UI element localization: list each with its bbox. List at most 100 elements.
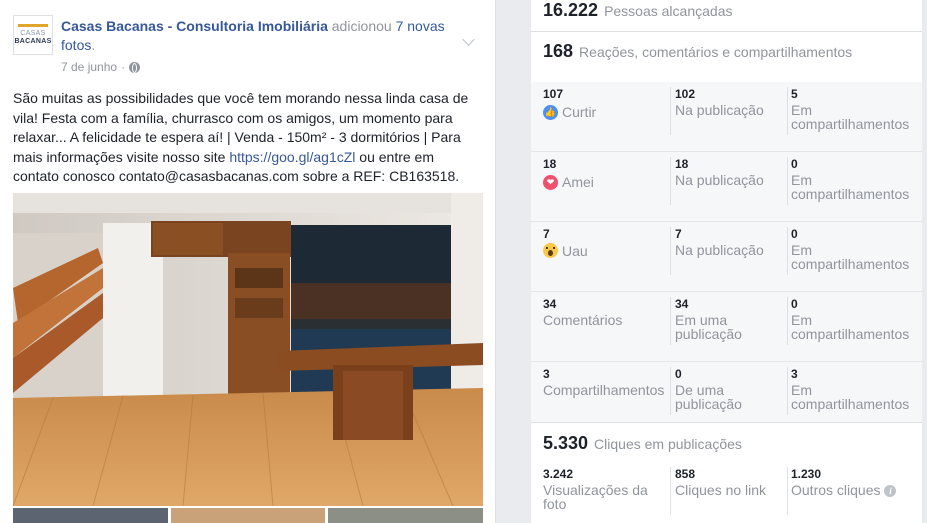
clicks-breakdown: 3.242 Visualizações da foto 858 Cliques … xyxy=(531,465,922,523)
logo-stripe xyxy=(18,24,48,27)
post-breakdown: 18 Na publicação xyxy=(670,157,782,205)
total-value: 7 xyxy=(543,227,550,241)
share-label: Em compartilhamentos xyxy=(791,242,910,272)
breakdown-row-amei: 18 ❤ Amei 18 Na publicação 0 Em compartil… xyxy=(531,152,922,222)
meta-separator: · xyxy=(121,60,126,74)
photo-views: 3.242 Visualizações da foto xyxy=(543,467,663,511)
link-clicks-label: Cliques no link xyxy=(675,482,767,498)
breakdown-row-curtir: 107 👍 Curtir 102 Na publicação 5 Em compa… xyxy=(531,82,922,152)
reach-label: Pessoas alcançadas xyxy=(604,3,733,19)
globe-icon[interactable] xyxy=(129,61,141,73)
post-text: São muitas as possibilidades que você te… xyxy=(13,89,483,187)
post-label: Na publicação xyxy=(675,172,764,188)
engagement-value: 168 xyxy=(543,41,574,61)
share-value: 5 xyxy=(791,87,798,101)
share-breakdown: 3 Em compartilhamentos xyxy=(787,367,917,415)
share-label: Em compartilhamentos xyxy=(791,312,910,342)
total-value: 107 xyxy=(543,87,564,101)
comments-total: 34 Comentários xyxy=(543,297,663,327)
photo-thumb[interactable] xyxy=(170,508,326,523)
link-clicks: 858 Cliques no link xyxy=(670,467,782,515)
post-header-text: Casas Bacanas - Consultoria Imobiliária … xyxy=(61,17,471,55)
reaction-label-wrap: Uau xyxy=(543,243,588,258)
post-card: CASAS BACANAS Casas Bacanas - Consultori… xyxy=(0,0,496,523)
post-label: Em uma publicação xyxy=(675,312,742,342)
post-breakdown: 34 Em uma publicação xyxy=(670,297,782,345)
share-breakdown: 5 Em compartilhamentos xyxy=(787,87,917,135)
total-label: Compartilhamentos xyxy=(543,382,665,398)
engagement-label: Reações, comentários e compartilhamentos xyxy=(579,44,853,60)
reaction-label-wrap: ❤ Amei xyxy=(543,174,594,190)
total-label: Comentários xyxy=(543,312,623,328)
post-label: Na publicação xyxy=(675,242,764,258)
share-breakdown: 0 Em compartilhamentos xyxy=(787,227,917,275)
other-clicks-value: 1.230 xyxy=(791,467,822,481)
post-value: 34 xyxy=(675,297,689,311)
post-value: 0 xyxy=(675,367,682,381)
share-label: Em compartilhamentos xyxy=(791,172,910,202)
interior-photo xyxy=(13,193,483,506)
share-breakdown: 0 Em compartilhamentos xyxy=(787,157,917,205)
reaction-total: 18 ❤ Amei xyxy=(543,157,663,190)
post-breakdown: 7 Na publicação xyxy=(670,227,782,275)
like-icon: 👍 xyxy=(543,104,558,120)
action-end: . xyxy=(91,37,96,53)
link-clicks-value: 858 xyxy=(675,467,696,481)
reaction-total: 7 Uau xyxy=(543,227,663,258)
info-icon[interactable]: i xyxy=(884,485,897,498)
post-date[interactable]: 7 de junho xyxy=(61,60,117,74)
post-breakdown: 0 De uma publicação xyxy=(670,367,782,415)
total-label: Curtir xyxy=(562,104,597,120)
photo-thumb[interactable] xyxy=(13,508,168,523)
logo-text-line2: BACANAS xyxy=(14,38,52,45)
photo-views-label: Visualizações da foto xyxy=(543,482,648,512)
page-name-link[interactable]: Casas Bacanas - Consultoria Imobiliária xyxy=(61,18,328,34)
total-value: 18 xyxy=(543,157,557,171)
post-value: 18 xyxy=(675,157,689,171)
engagement-breakdown: 107 👍 Curtir 102 Na publicação 5 Em compa… xyxy=(531,82,922,422)
clicks-label: Cliques em publicações xyxy=(594,436,742,452)
photo-thumbnails xyxy=(13,508,484,523)
post-label: Na publicação xyxy=(675,102,764,118)
share-value: 0 xyxy=(791,227,798,241)
logo-text-line1: CASAS xyxy=(20,30,46,37)
post-value: 7 xyxy=(675,227,682,241)
other-clicks: 1.230 Outros cliques i xyxy=(787,467,917,515)
share-breakdown: 0 Em compartilhamentos xyxy=(787,297,917,345)
share-label: Em compartilhamentos xyxy=(791,382,910,412)
page-logo[interactable]: CASAS BACANAS xyxy=(13,15,53,55)
breakdown-row-uau: 7 Uau 7 Na publicação 0 Em compartilhame… xyxy=(531,222,922,292)
post-text-link[interactable]: https://goo.gl/ag1cZl xyxy=(229,149,355,165)
insights-panel: 16.222 Pessoas alcançadas 168 Reações, c… xyxy=(531,0,922,523)
post-meta: 7 de junho · xyxy=(61,60,141,74)
engagement-stat: 168 Reações, comentários e compartilhame… xyxy=(543,41,852,62)
reaction-total: 107 👍 Curtir xyxy=(543,87,663,120)
breakdown-row-comentarios: 34 Comentários 34 Em uma publicação 0 Em… xyxy=(531,292,922,362)
divider xyxy=(531,422,922,423)
photo-views-value: 3.242 xyxy=(543,467,574,481)
clicks-value: 5.330 xyxy=(543,433,589,453)
reach-stat: 16.222 Pessoas alcançadas xyxy=(543,0,732,21)
other-clicks-label: Outros cliques xyxy=(791,482,881,498)
action-text: adicionou xyxy=(327,18,396,34)
total-label: Amei xyxy=(562,174,594,190)
share-value: 0 xyxy=(791,297,798,311)
divider xyxy=(531,31,922,32)
clicks-stat: 5.330 Cliques em publicações xyxy=(543,433,742,454)
post-photo-main[interactable] xyxy=(13,193,483,506)
love-icon: ❤ xyxy=(543,174,558,190)
share-value: 0 xyxy=(791,157,798,171)
post-breakdown: 102 Na publicação xyxy=(670,87,782,135)
share-label: Em compartilhamentos xyxy=(791,102,910,132)
total-value: 34 xyxy=(543,297,557,311)
post-value: 102 xyxy=(675,87,696,101)
reach-value: 16.222 xyxy=(543,0,599,20)
total-value: 3 xyxy=(543,367,550,381)
wow-icon xyxy=(543,243,558,258)
shares-total: 3 Compartilhamentos xyxy=(543,367,665,398)
total-label: Uau xyxy=(562,242,588,259)
photo-thumb[interactable] xyxy=(328,508,484,523)
post-label: De uma publicação xyxy=(675,382,742,412)
reaction-label-wrap: 👍 Curtir xyxy=(543,104,597,120)
share-value: 3 xyxy=(791,367,798,381)
